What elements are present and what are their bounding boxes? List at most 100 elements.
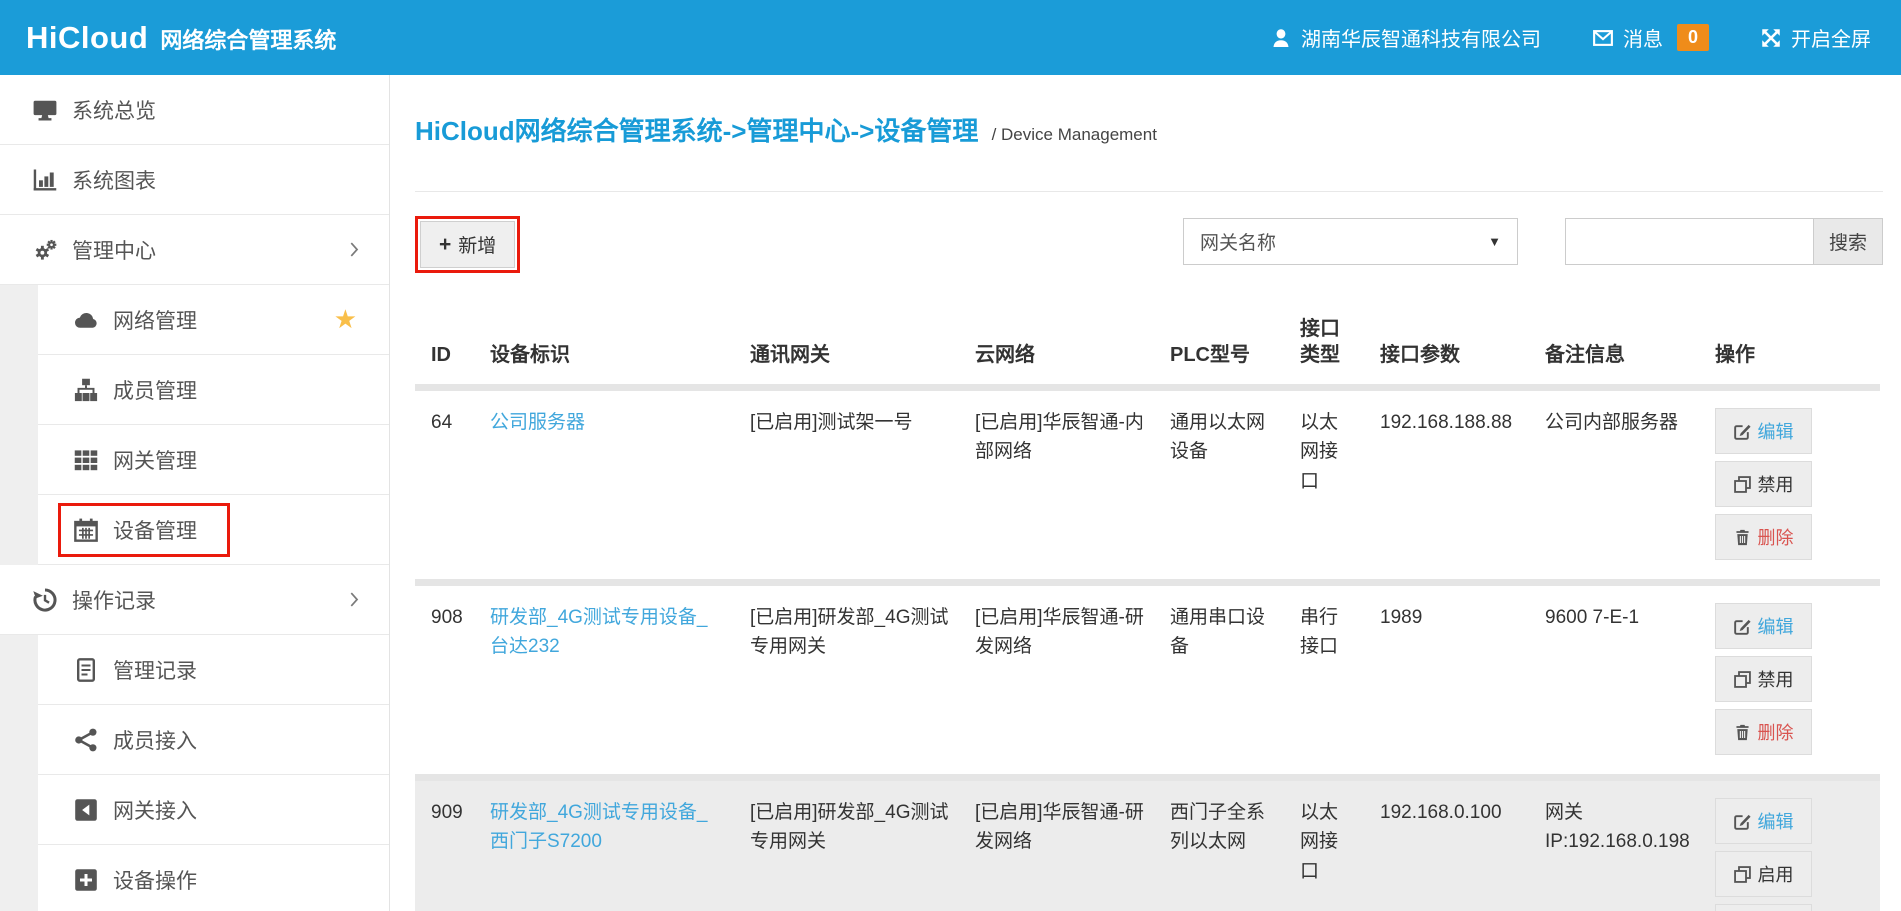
cell-id: 908 bbox=[415, 583, 490, 778]
sidebar-item-label: 设备管理 bbox=[113, 515, 197, 545]
sidebar-item-label: 管理中心 bbox=[72, 235, 156, 265]
share-icon bbox=[74, 728, 98, 752]
caret-down-icon: ▼ bbox=[1488, 234, 1501, 249]
table-row-909: 909 研发部_4G测试专用设备_西门子S7200 [已启用]研发部_4G测试专… bbox=[415, 778, 1880, 911]
app-logo: HiCloud 网络综合管理系统 bbox=[0, 20, 336, 56]
delete-button[interactable]: 删除 bbox=[1715, 514, 1812, 560]
clone-icon bbox=[1734, 671, 1751, 688]
cell-gateway: [已启用]研发部_4G测试专用网关 bbox=[750, 778, 975, 911]
column-header-5: 接口类型 bbox=[1300, 306, 1380, 388]
trash-icon bbox=[1734, 529, 1751, 546]
table-body: 64 公司服务器 [已启用]测试架一号 [已启用]华辰智通-内部网络 通用以太网… bbox=[415, 388, 1880, 911]
sidebar-item-label: 成员管理 bbox=[113, 375, 197, 405]
cell-gateway: [已启用]研发部_4G测试专用网关 bbox=[750, 583, 975, 778]
toggle-button[interactable]: 启用 bbox=[1715, 851, 1812, 897]
bar-chart-icon bbox=[33, 168, 57, 192]
cell-plc-model: 通用串口设备 bbox=[1170, 583, 1300, 778]
plus-icon: + bbox=[439, 234, 451, 255]
plus-square-icon bbox=[74, 868, 98, 892]
breadcrumb-subtitle: / Device Management bbox=[992, 125, 1157, 144]
device-link[interactable]: 研发部_4G测试专用设备_西门子S7200 bbox=[490, 802, 707, 852]
chevron-right-icon bbox=[350, 592, 359, 607]
add-button[interactable]: + 新增 bbox=[420, 221, 515, 268]
column-header-0: ID bbox=[415, 306, 490, 388]
envelope-icon bbox=[1593, 28, 1613, 48]
cell-interface-params: 192.168.0.100 bbox=[1380, 778, 1545, 911]
sidebar-item-7[interactable]: 操作记录 bbox=[0, 565, 389, 635]
toggle-button[interactable]: 禁用 bbox=[1715, 461, 1812, 507]
sidebar-item-4[interactable]: 成员管理 bbox=[0, 355, 389, 425]
column-header-8: 操作 bbox=[1715, 306, 1880, 388]
device-table: ID设备标识通讯网关云网络PLC型号接口类型接口参数备注信息操作 64 公司服务… bbox=[415, 306, 1880, 911]
sidebar-item-label: 管理记录 bbox=[113, 655, 197, 685]
sidebar-item-11[interactable]: 设备操作 bbox=[0, 845, 389, 911]
sidebar-item-6[interactable]: 设备管理 bbox=[0, 495, 389, 565]
table-header-row: ID设备标识通讯网关云网络PLC型号接口类型接口参数备注信息操作 bbox=[415, 306, 1880, 388]
breadcrumb: HiCloud网络综合管理系统->管理中心->设备管理 bbox=[415, 116, 978, 146]
edit-button[interactable]: 编辑 bbox=[1715, 798, 1812, 844]
sidebar-item-label: 网络管理 bbox=[113, 305, 197, 335]
device-link[interactable]: 公司服务器 bbox=[490, 412, 585, 433]
desktop-icon bbox=[33, 98, 57, 122]
search-button[interactable]: 搜索 bbox=[1813, 218, 1883, 265]
clone-icon bbox=[1734, 866, 1751, 883]
edit-button[interactable]: 编辑 bbox=[1715, 603, 1812, 649]
cloud-icon bbox=[74, 308, 98, 332]
sidebar-item-5[interactable]: 网关管理 bbox=[0, 425, 389, 495]
sidebar-item-1[interactable]: 系统图表 bbox=[0, 145, 389, 215]
messages-menu[interactable]: 消息 0 bbox=[1593, 23, 1709, 52]
pencil-square-icon bbox=[1734, 423, 1751, 440]
column-header-7: 备注信息 bbox=[1545, 306, 1715, 388]
cell-interface-type: 以太网接口 bbox=[1300, 778, 1380, 911]
sidebar-item-9[interactable]: 成员接入 bbox=[0, 705, 389, 775]
delete-button[interactable]: 删除 bbox=[1715, 904, 1812, 911]
sidebar-item-label: 成员接入 bbox=[113, 725, 197, 755]
sidebar-item-label: 网关接入 bbox=[113, 795, 197, 825]
sidebar-item-2[interactable]: 管理中心 bbox=[0, 215, 389, 285]
device-link[interactable]: 研发部_4G测试专用设备_台达232 bbox=[490, 607, 707, 657]
grid-icon bbox=[74, 448, 98, 472]
brand-name: HiCloud bbox=[26, 20, 148, 56]
column-header-6: 接口参数 bbox=[1380, 306, 1545, 388]
cell-interface-params: 1989 bbox=[1380, 583, 1545, 778]
cell-interface-params: 192.168.188.88 bbox=[1380, 388, 1545, 583]
column-header-3: 云网络 bbox=[975, 306, 1170, 388]
sidebar-item-label: 网关管理 bbox=[113, 445, 197, 475]
trash-icon bbox=[1734, 724, 1751, 741]
sidebar-item-8[interactable]: 管理记录 bbox=[0, 635, 389, 705]
user-icon bbox=[1271, 28, 1291, 48]
table-row-64: 64 公司服务器 [已启用]测试架一号 [已启用]华辰智通-内部网络 通用以太网… bbox=[415, 388, 1880, 583]
fullscreen-toggle[interactable]: 开启全屏 bbox=[1761, 23, 1871, 52]
cell-cloud-network: [已启用]华辰智通-内部网络 bbox=[975, 388, 1170, 583]
cell-id: 909 bbox=[415, 778, 490, 911]
sidebar-item-label: 操作记录 bbox=[72, 585, 156, 615]
search-input[interactable] bbox=[1565, 218, 1813, 265]
messages-count-badge: 0 bbox=[1677, 24, 1709, 51]
sidebar-nav: 系统总览 系统图表 管理中心 网络管理 ★ 成员管理 网关管理 bbox=[0, 75, 390, 911]
table-row-908: 908 研发部_4G测试专用设备_台达232 [已启用]研发部_4G测试专用网关… bbox=[415, 583, 1880, 778]
table-toolbar: + 新增 网关名称 ▼ 搜索 bbox=[415, 218, 1883, 268]
edit-button[interactable]: 编辑 bbox=[1715, 408, 1812, 454]
sidebar-item-3[interactable]: 网络管理 ★ bbox=[0, 285, 389, 355]
filter-select[interactable]: 网关名称 ▼ bbox=[1183, 218, 1518, 265]
top-navbar: HiCloud 网络综合管理系统 湖南华辰智通科技有限公司 消息 0 开启全屏 bbox=[0, 0, 1901, 75]
sidebar-item-label: 系统图表 bbox=[72, 165, 156, 195]
pencil-square-icon bbox=[1734, 813, 1751, 830]
toggle-button[interactable]: 禁用 bbox=[1715, 656, 1812, 702]
column-header-4: PLC型号 bbox=[1170, 306, 1300, 388]
sidebar-item-10[interactable]: 网关接入 bbox=[0, 775, 389, 845]
sidebar-item-0[interactable]: 系统总览 bbox=[0, 75, 389, 145]
chevron-right-icon bbox=[350, 242, 359, 257]
main-content: HiCloud网络综合管理系统->管理中心->设备管理 / Device Man… bbox=[390, 75, 1901, 911]
delete-button[interactable]: 删除 bbox=[1715, 709, 1812, 755]
cell-remark: 网关 IP:192.168.0.198 bbox=[1545, 778, 1715, 911]
brand-suffix: 网络综合管理系统 bbox=[160, 23, 336, 55]
account-menu[interactable]: 湖南华辰智通科技有限公司 bbox=[1271, 23, 1541, 52]
cell-cloud-network: [已启用]华辰智通-研发网络 bbox=[975, 583, 1170, 778]
calendar-icon bbox=[74, 518, 98, 542]
cell-plc-model: 西门子全系列以太网 bbox=[1170, 778, 1300, 911]
gears-icon bbox=[33, 238, 57, 262]
caret-square-left-icon bbox=[74, 798, 98, 822]
cell-plc-model: 通用以太网设备 bbox=[1170, 388, 1300, 583]
sidebar-item-label: 系统总览 bbox=[72, 95, 156, 125]
